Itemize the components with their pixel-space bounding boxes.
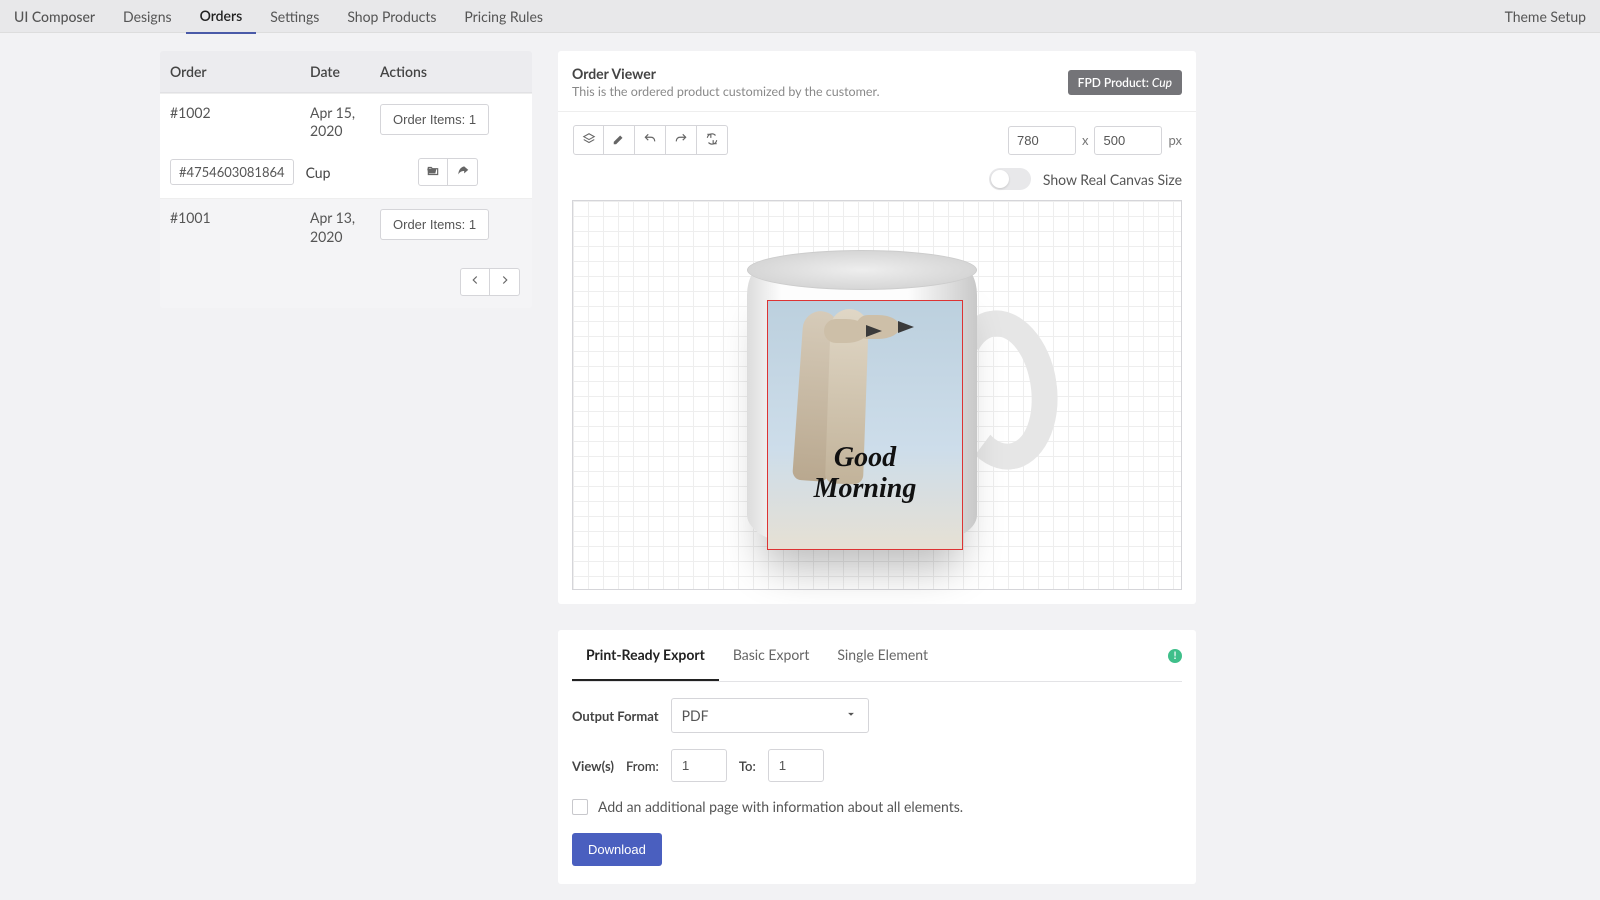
share-button[interactable] — [448, 158, 478, 186]
dimension-unit: px — [1168, 132, 1182, 148]
fpd-product-badge: FPD Product: Cup — [1068, 70, 1182, 95]
download-button[interactable]: Download — [572, 833, 662, 866]
output-format-select[interactable]: PDF — [671, 698, 869, 733]
nav-designs[interactable]: Designs — [109, 0, 186, 33]
redo-icon — [674, 132, 688, 149]
pager — [160, 256, 532, 308]
info-badge[interactable]: ! — [1168, 649, 1182, 663]
chevron-left-icon — [468, 273, 482, 290]
viewer-subtitle: This is the ordered product customized b… — [572, 84, 880, 99]
views-from-input[interactable] — [671, 749, 727, 782]
output-format-label: Output Format — [572, 708, 659, 724]
additional-page-checkbox[interactable] — [572, 799, 588, 815]
layers-icon — [582, 132, 596, 149]
sub-order-id[interactable]: #4754603081864 — [170, 159, 294, 185]
canvas-height-input[interactable] — [1094, 126, 1162, 155]
col-header-order: Order — [170, 63, 310, 80]
col-header-date: Date — [310, 63, 380, 80]
caret-down-icon — [844, 707, 858, 724]
dimension-separator: x — [1082, 132, 1088, 148]
nav-shop-products[interactable]: Shop Products — [333, 0, 450, 33]
reset-button[interactable] — [697, 125, 728, 155]
redo-button[interactable] — [666, 125, 697, 155]
nav-settings[interactable]: Settings — [256, 0, 333, 33]
theme-setup-link[interactable]: Theme Setup — [1505, 8, 1586, 25]
brand: UI Composer — [14, 8, 109, 25]
undo-button[interactable] — [635, 125, 666, 155]
sub-order-product: Cup — [306, 164, 331, 181]
views-to-input[interactable] — [768, 749, 824, 782]
layers-button[interactable] — [573, 125, 604, 155]
order-row[interactable]: #1001 Apr 13, 2020 Order Items: 1 — [160, 198, 532, 255]
export-panel: Print-Ready Export Basic Export Single E… — [558, 630, 1196, 884]
real-canvas-size-label: Show Real Canvas Size — [1043, 171, 1182, 188]
order-items-button[interactable]: Order Items: 1 — [380, 209, 489, 240]
tab-single-element[interactable]: Single Element — [823, 630, 942, 681]
to-label: To: — [739, 758, 756, 774]
order-date: Apr 15, 2020 — [310, 104, 380, 140]
canvas[interactable]: GoodMorning — [572, 200, 1182, 590]
order-items-button[interactable]: Order Items: 1 — [380, 104, 489, 135]
nav-pricing-rules[interactable]: Pricing Rules — [450, 0, 557, 33]
undo-icon — [643, 132, 657, 149]
edit-button[interactable] — [604, 125, 635, 155]
from-label: From: — [626, 758, 659, 774]
design-text: GoodMorning — [768, 443, 962, 505]
folder-open-icon — [426, 164, 440, 181]
pager-next-button[interactable] — [490, 268, 520, 296]
col-header-actions: Actions — [380, 63, 522, 80]
orders-panel: Order Date Actions #1002 Apr 15, 2020 Or… — [160, 51, 532, 308]
order-row[interactable]: #1002 Apr 15, 2020 Order Items: 1 — [160, 93, 532, 150]
order-viewer-panel: Order Viewer This is the ordered product… — [558, 51, 1196, 604]
order-subrow: #4754603081864 Cup — [160, 150, 532, 198]
reset-icon — [705, 132, 719, 149]
tab-print-ready-export[interactable]: Print-Ready Export — [572, 630, 719, 681]
order-date: Apr 13, 2020 — [310, 209, 380, 245]
chevron-right-icon — [498, 273, 512, 290]
real-canvas-size-toggle[interactable] — [989, 168, 1031, 190]
pager-prev-button[interactable] — [460, 268, 490, 296]
pencil-icon — [612, 132, 626, 149]
order-id: #1002 — [170, 104, 310, 121]
viewer-title: Order Viewer — [572, 65, 880, 82]
share-arrow-icon — [456, 164, 470, 181]
order-id: #1001 — [170, 209, 310, 226]
open-folder-button[interactable] — [418, 158, 448, 186]
design-bounding-box[interactable]: GoodMorning — [767, 300, 963, 550]
orders-table-header: Order Date Actions — [160, 51, 532, 93]
nav-orders[interactable]: Orders — [186, 0, 257, 34]
product-mug: GoodMorning — [697, 240, 1057, 550]
topbar: UI Composer Designs Orders Settings Shop… — [0, 0, 1600, 33]
canvas-width-input[interactable] — [1008, 126, 1076, 155]
tab-basic-export[interactable]: Basic Export — [719, 630, 824, 681]
additional-page-label: Add an additional page with information … — [598, 798, 963, 815]
views-label: View(s) — [572, 758, 614, 774]
